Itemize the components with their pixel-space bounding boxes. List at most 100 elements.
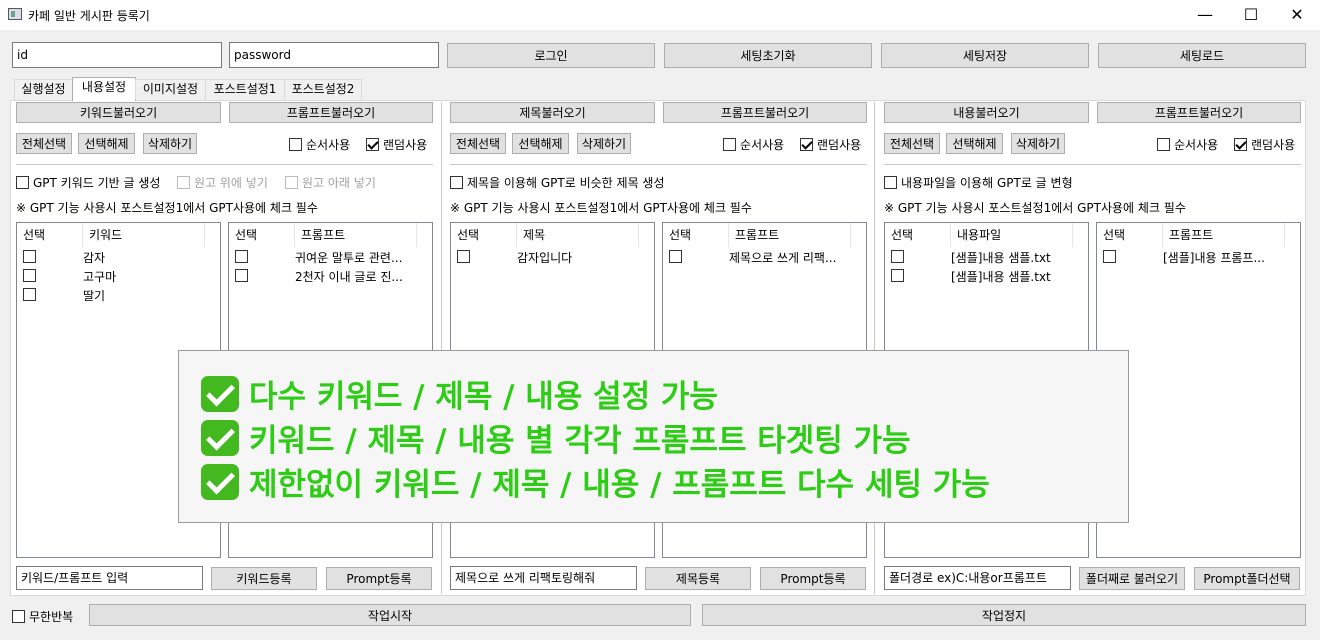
load-prompts-button[interactable]: 프롬프트불러오기 (1097, 102, 1301, 123)
deselect-button[interactable]: 선택해제 (78, 133, 135, 154)
load-prompts-button[interactable]: 프롬프트불러오기 (663, 102, 867, 123)
random-checkbox[interactable]: 랜덤사용 (1234, 136, 1295, 153)
delete-button[interactable]: 삭제하기 (577, 133, 631, 154)
row-checkbox[interactable] (891, 249, 904, 263)
load-folder-button[interactable]: 폴더째로 불러오기 (1079, 567, 1185, 590)
random-checkbox[interactable]: 랜덤사용 (366, 136, 427, 153)
deselect-button[interactable]: 선택해제 (946, 133, 1003, 154)
row-checkbox[interactable] (235, 268, 248, 282)
delete-button[interactable]: 삭제하기 (1011, 133, 1065, 154)
list-item[interactable]: [샘플]내용 샘플.txt (885, 267, 1088, 286)
tab-post-settings-1[interactable]: 포스트설정1 (205, 79, 285, 100)
checkbox-box[interactable] (12, 610, 25, 623)
header-prompt[interactable]: 프롬프트 (729, 223, 851, 247)
tab-post-settings-2[interactable]: 포스트설정2 (284, 79, 362, 100)
select-prompt-folder-button[interactable]: Prompt폴더선택 (1194, 567, 1300, 590)
row-checkbox[interactable] (891, 268, 904, 282)
sequential-checkbox[interactable]: 순서사용 (289, 136, 350, 153)
list-item[interactable]: [샘플]내용 프롬프... (1097, 248, 1300, 267)
gpt-title-checkbox[interactable]: 제목을 이용해 GPT로 비슷한 제목 생성 (450, 174, 665, 191)
register-prompt-button[interactable]: Prompt등록 (326, 567, 432, 590)
select-all-button[interactable]: 전체선택 (450, 133, 506, 154)
load-titles-button[interactable]: 제목불러오기 (450, 102, 655, 123)
header-select[interactable]: 선택 (1097, 223, 1163, 247)
header-select[interactable]: 선택 (451, 223, 517, 247)
register-keyword-button[interactable]: 키워드등록 (211, 567, 317, 590)
load-prompts-button[interactable]: 프롬프트불러오기 (229, 102, 433, 123)
checkbox-box[interactable] (1157, 138, 1170, 151)
checkbox-box[interactable] (800, 138, 813, 151)
sequential-checkbox[interactable]: 순서사용 (723, 136, 784, 153)
checkbox-box[interactable] (366, 138, 379, 151)
sequential-label: 순서사용 (1174, 138, 1219, 152)
row-checkbox[interactable] (669, 249, 682, 263)
header-select[interactable]: 선택 (17, 223, 83, 247)
row-checkbox[interactable] (1103, 249, 1116, 263)
deselect-button[interactable]: 선택해제 (512, 133, 569, 154)
list-item[interactable]: 2천자 이내 글로 진... (229, 267, 432, 286)
register-prompt-button[interactable]: Prompt등록 (760, 567, 866, 590)
register-title-button[interactable]: 제목등록 (645, 567, 751, 590)
list-item-text: 감자 (83, 251, 106, 265)
gpt-note: ※ GPT 기능 사용시 포스트설정1에서 GPT사용에 체크 필수 (884, 201, 1186, 215)
checkbox-box[interactable] (289, 138, 302, 151)
header-title[interactable]: 제목 (517, 223, 639, 247)
random-checkbox[interactable]: 랜덤사용 (800, 136, 861, 153)
header-select[interactable]: 선택 (663, 223, 729, 247)
select-all-button[interactable]: 전체선택 (884, 133, 940, 154)
row-checkbox[interactable] (23, 268, 36, 282)
checkbox-box[interactable] (723, 138, 736, 151)
insert-below-label: 원고 아래 넣기 (302, 176, 376, 190)
close-button[interactable]: ✕ (1274, 0, 1320, 30)
title-input[interactable]: 제목으로 쓰게 리팩토링해줘 (450, 566, 637, 590)
minimize-button[interactable]: — (1182, 0, 1228, 30)
row-checkbox[interactable] (23, 287, 36, 301)
header-prompt[interactable]: 프롬프트 (295, 223, 417, 247)
list-item[interactable]: 딸기 (17, 286, 220, 305)
checkbox-box[interactable] (16, 176, 29, 189)
header-keyword[interactable]: 키워드 (83, 223, 205, 247)
password-input[interactable]: password (229, 42, 439, 68)
sequential-checkbox[interactable]: 순서사용 (1157, 136, 1218, 153)
tab-content-settings[interactable]: 내용설정 (72, 77, 136, 101)
header-content-file[interactable]: 내용파일 (951, 223, 1073, 247)
list-item[interactable]: 감자 (17, 248, 220, 267)
load-content-button[interactable]: 내용불러오기 (884, 102, 1089, 123)
random-label: 랜덤사용 (817, 138, 862, 152)
select-all-button[interactable]: 전체선택 (16, 133, 72, 154)
gpt-keyword-checkbox[interactable]: GPT 키워드 기반 글 생성 (16, 174, 160, 191)
checkbox-box[interactable] (450, 176, 463, 189)
reset-settings-button[interactable]: 세팅초기화 (664, 43, 872, 68)
list-item-text: 감자입니다 (517, 251, 573, 265)
header-select[interactable]: 선택 (229, 223, 295, 247)
list-item[interactable]: 귀여운 말투로 관련... (229, 248, 432, 267)
gpt-content-checkbox[interactable]: 내용파일을 이용해 GPT로 글 변형 (884, 174, 1073, 191)
header-select[interactable]: 선택 (885, 223, 951, 247)
gpt-keyword-label: GPT 키워드 기반 글 생성 (33, 176, 161, 190)
save-settings-button[interactable]: 세팅저장 (881, 43, 1089, 68)
id-input[interactable]: id (12, 42, 222, 68)
random-label: 랜덤사용 (1251, 138, 1296, 152)
row-checkbox[interactable] (23, 249, 36, 263)
list-item[interactable]: [샘플]내용 샘플.txt (885, 248, 1088, 267)
checkbox-box[interactable] (884, 176, 897, 189)
tab-run-settings[interactable]: 실행설정 (14, 79, 73, 100)
load-settings-button[interactable]: 세팅로드 (1098, 43, 1306, 68)
checkbox-box[interactable] (1234, 138, 1247, 151)
row-checkbox[interactable] (235, 249, 248, 263)
stop-button[interactable]: 작업정지 (702, 604, 1306, 626)
infinite-repeat-checkbox[interactable]: 무한반복 (12, 608, 73, 625)
maximize-button[interactable]: ☐ (1228, 0, 1274, 30)
tab-image-settings[interactable]: 이미지설정 (135, 79, 206, 100)
delete-button[interactable]: 삭제하기 (143, 133, 197, 154)
list-item[interactable]: 제목으로 쓰게 리팩... (663, 248, 866, 267)
header-prompt[interactable]: 프롬프트 (1163, 223, 1285, 247)
login-button[interactable]: 로그인 (447, 43, 655, 68)
start-button[interactable]: 작업시작 (89, 604, 691, 626)
folder-path-input[interactable]: 폴더경로 ex)C:내용or프롬프트 (884, 566, 1071, 590)
list-item[interactable]: 고구마 (17, 267, 220, 286)
load-keywords-button[interactable]: 키워드불러오기 (16, 102, 221, 123)
row-checkbox[interactable] (457, 249, 470, 263)
list-item[interactable]: 감자입니다 (451, 248, 654, 267)
keyword-input[interactable]: 키워드/프롬프트 입력 (16, 566, 203, 590)
